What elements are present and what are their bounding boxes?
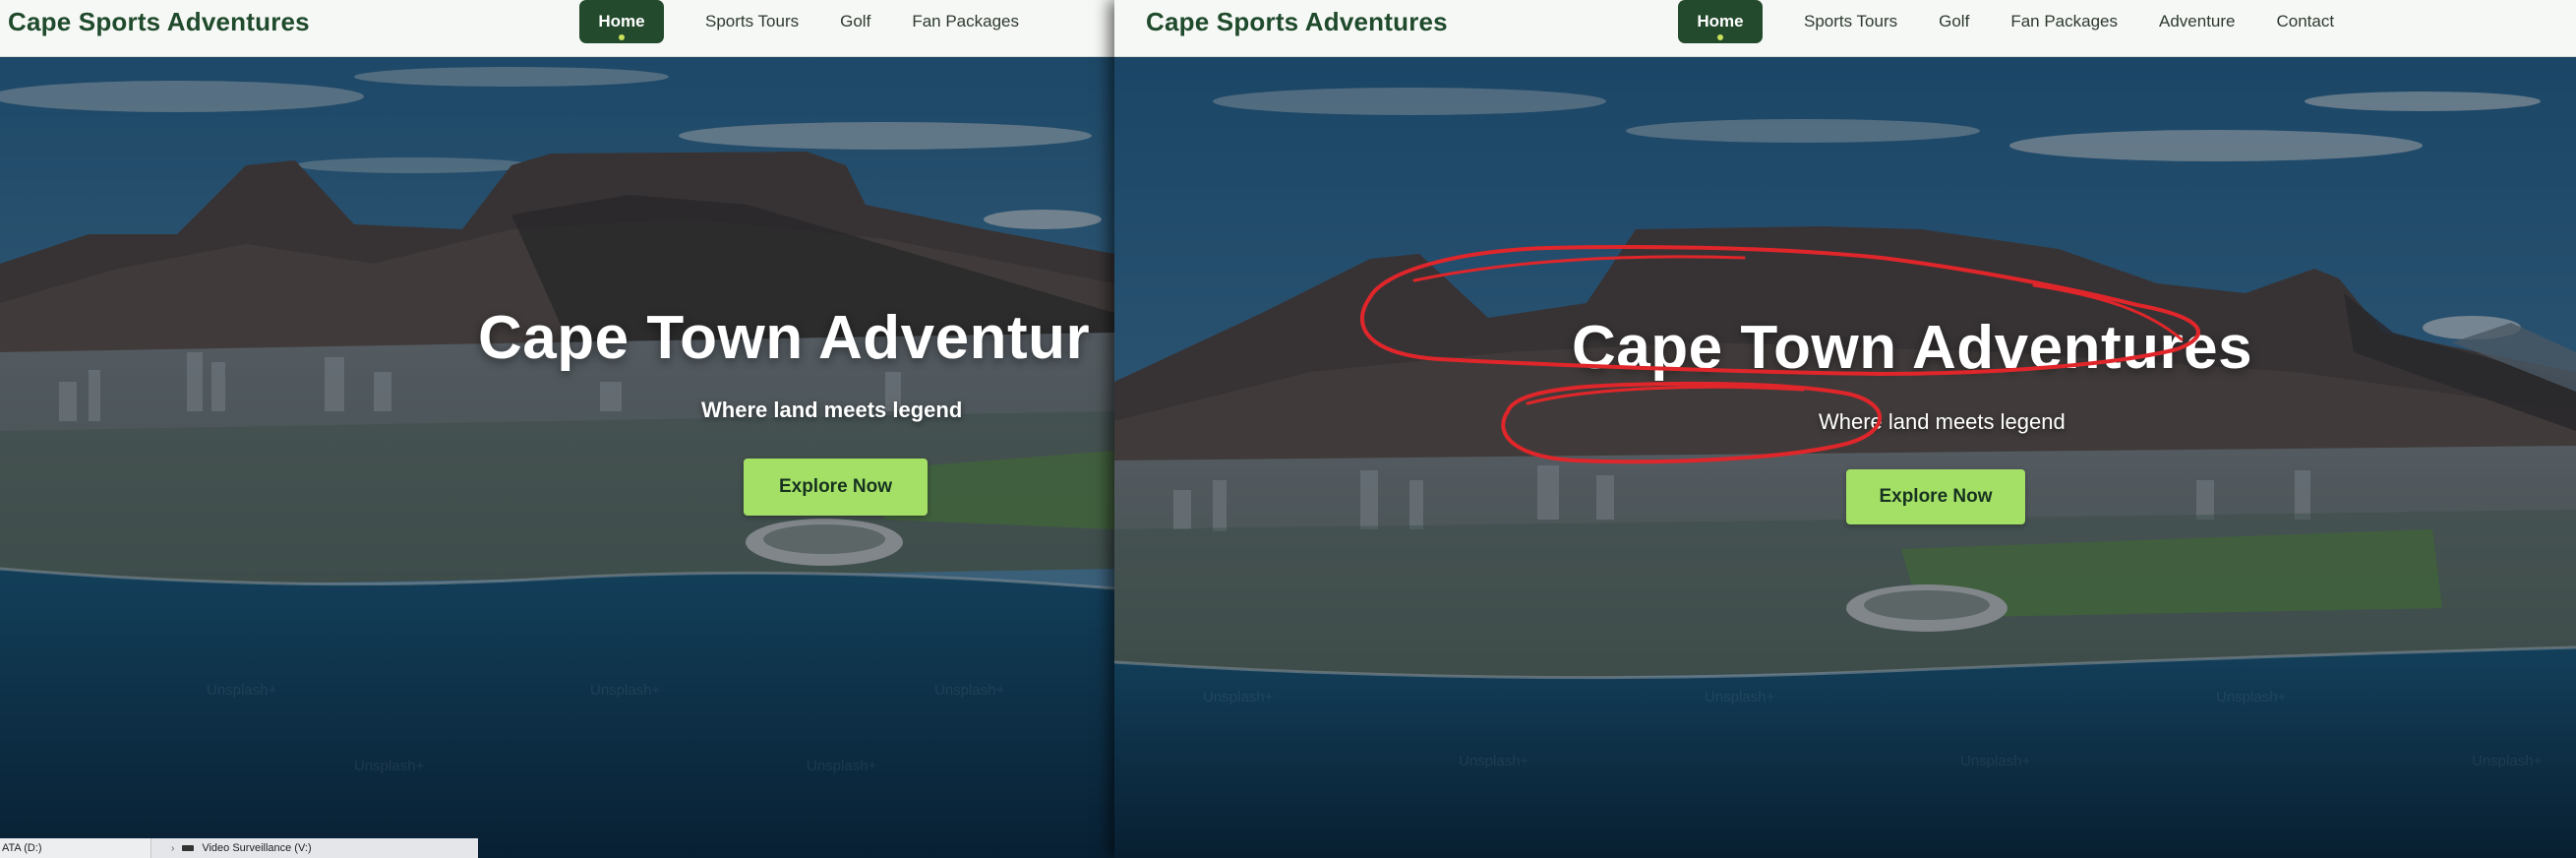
watermark: Unsplash+ — [2472, 753, 2543, 769]
watermark: Unsplash+ — [1705, 689, 1775, 705]
watermark: Unsplash+ — [1203, 689, 1274, 705]
nav-golf[interactable]: Golf — [1939, 0, 1969, 43]
site-header: Cape Sports Adventures Home Sports Tours… — [1114, 0, 2576, 57]
watermark: Unsplash+ — [590, 682, 661, 699]
nav-adventure[interactable]: Adventure — [2159, 0, 2236, 43]
hero-dark-overlay — [0, 57, 1114, 858]
watermark: Unsplash+ — [1459, 753, 1529, 769]
drive-label: Video Surveillance (V:) — [202, 842, 312, 854]
hero-background-image — [0, 57, 1114, 858]
drive-item-video-surveillance[interactable]: › Video Surveillance (V:) — [151, 838, 478, 858]
watermark: Unsplash+ — [2216, 689, 2287, 705]
nav-home[interactable]: Home — [579, 0, 664, 43]
hero-title: Cape Town Adventur — [478, 304, 1091, 372]
watermark: Unsplash+ — [934, 682, 1005, 699]
nav-sports-tours[interactable]: Sports Tours — [1804, 0, 1897, 43]
nav-contact[interactable]: Contact — [2277, 0, 2335, 43]
nav-sports-tours[interactable]: Sports Tours — [705, 0, 799, 43]
nav-fan-packages[interactable]: Fan Packages — [912, 0, 1019, 43]
chevron-right-icon[interactable]: › — [171, 843, 174, 854]
site-header: Cape Sports Adventures Home Sports Tours… — [0, 0, 1114, 57]
hero-dark-overlay — [1114, 57, 2576, 858]
nav-fan-packages[interactable]: Fan Packages — [2010, 0, 2118, 43]
main-nav: Home Sports Tours Golf Fan Packages Adve… — [1678, 0, 2375, 43]
hero-subtitle: Where land meets legend — [1819, 409, 2066, 434]
file-explorer-strip: ATA (D:) › Video Surveillance (V:) — [0, 838, 478, 858]
explore-now-button[interactable]: Explore Now — [1846, 469, 2025, 524]
hero-title: Cape Town Adventures — [1572, 314, 2253, 382]
watermark: Unsplash+ — [807, 758, 877, 774]
main-nav: Home Sports Tours Golf Fan Packages — [579, 0, 1060, 43]
explore-now-button[interactable]: Explore Now — [744, 459, 928, 516]
watermark: Unsplash+ — [1960, 753, 2031, 769]
drive-icon — [182, 845, 195, 851]
nav-golf[interactable]: Golf — [840, 0, 870, 43]
watermark: Unsplash+ — [354, 758, 425, 774]
left-browser-window: Unsplash+ Unsplash+ Unsplash+ Unsplash+ … — [0, 0, 1114, 858]
hero-subtitle: Where land meets legend — [701, 398, 963, 422]
drive-item-data[interactable]: ATA (D:) — [0, 838, 151, 858]
site-brand[interactable]: Cape Sports Adventures — [1146, 7, 1448, 37]
site-brand[interactable]: Cape Sports Adventures — [8, 7, 310, 37]
hero-background-image — [1114, 57, 2576, 858]
nav-home[interactable]: Home — [1678, 0, 1763, 43]
right-browser-window: Unsplash+ Unsplash+ Unsplash+ Unsplash+ … — [1114, 0, 2576, 858]
watermark: Unsplash+ — [207, 682, 277, 699]
